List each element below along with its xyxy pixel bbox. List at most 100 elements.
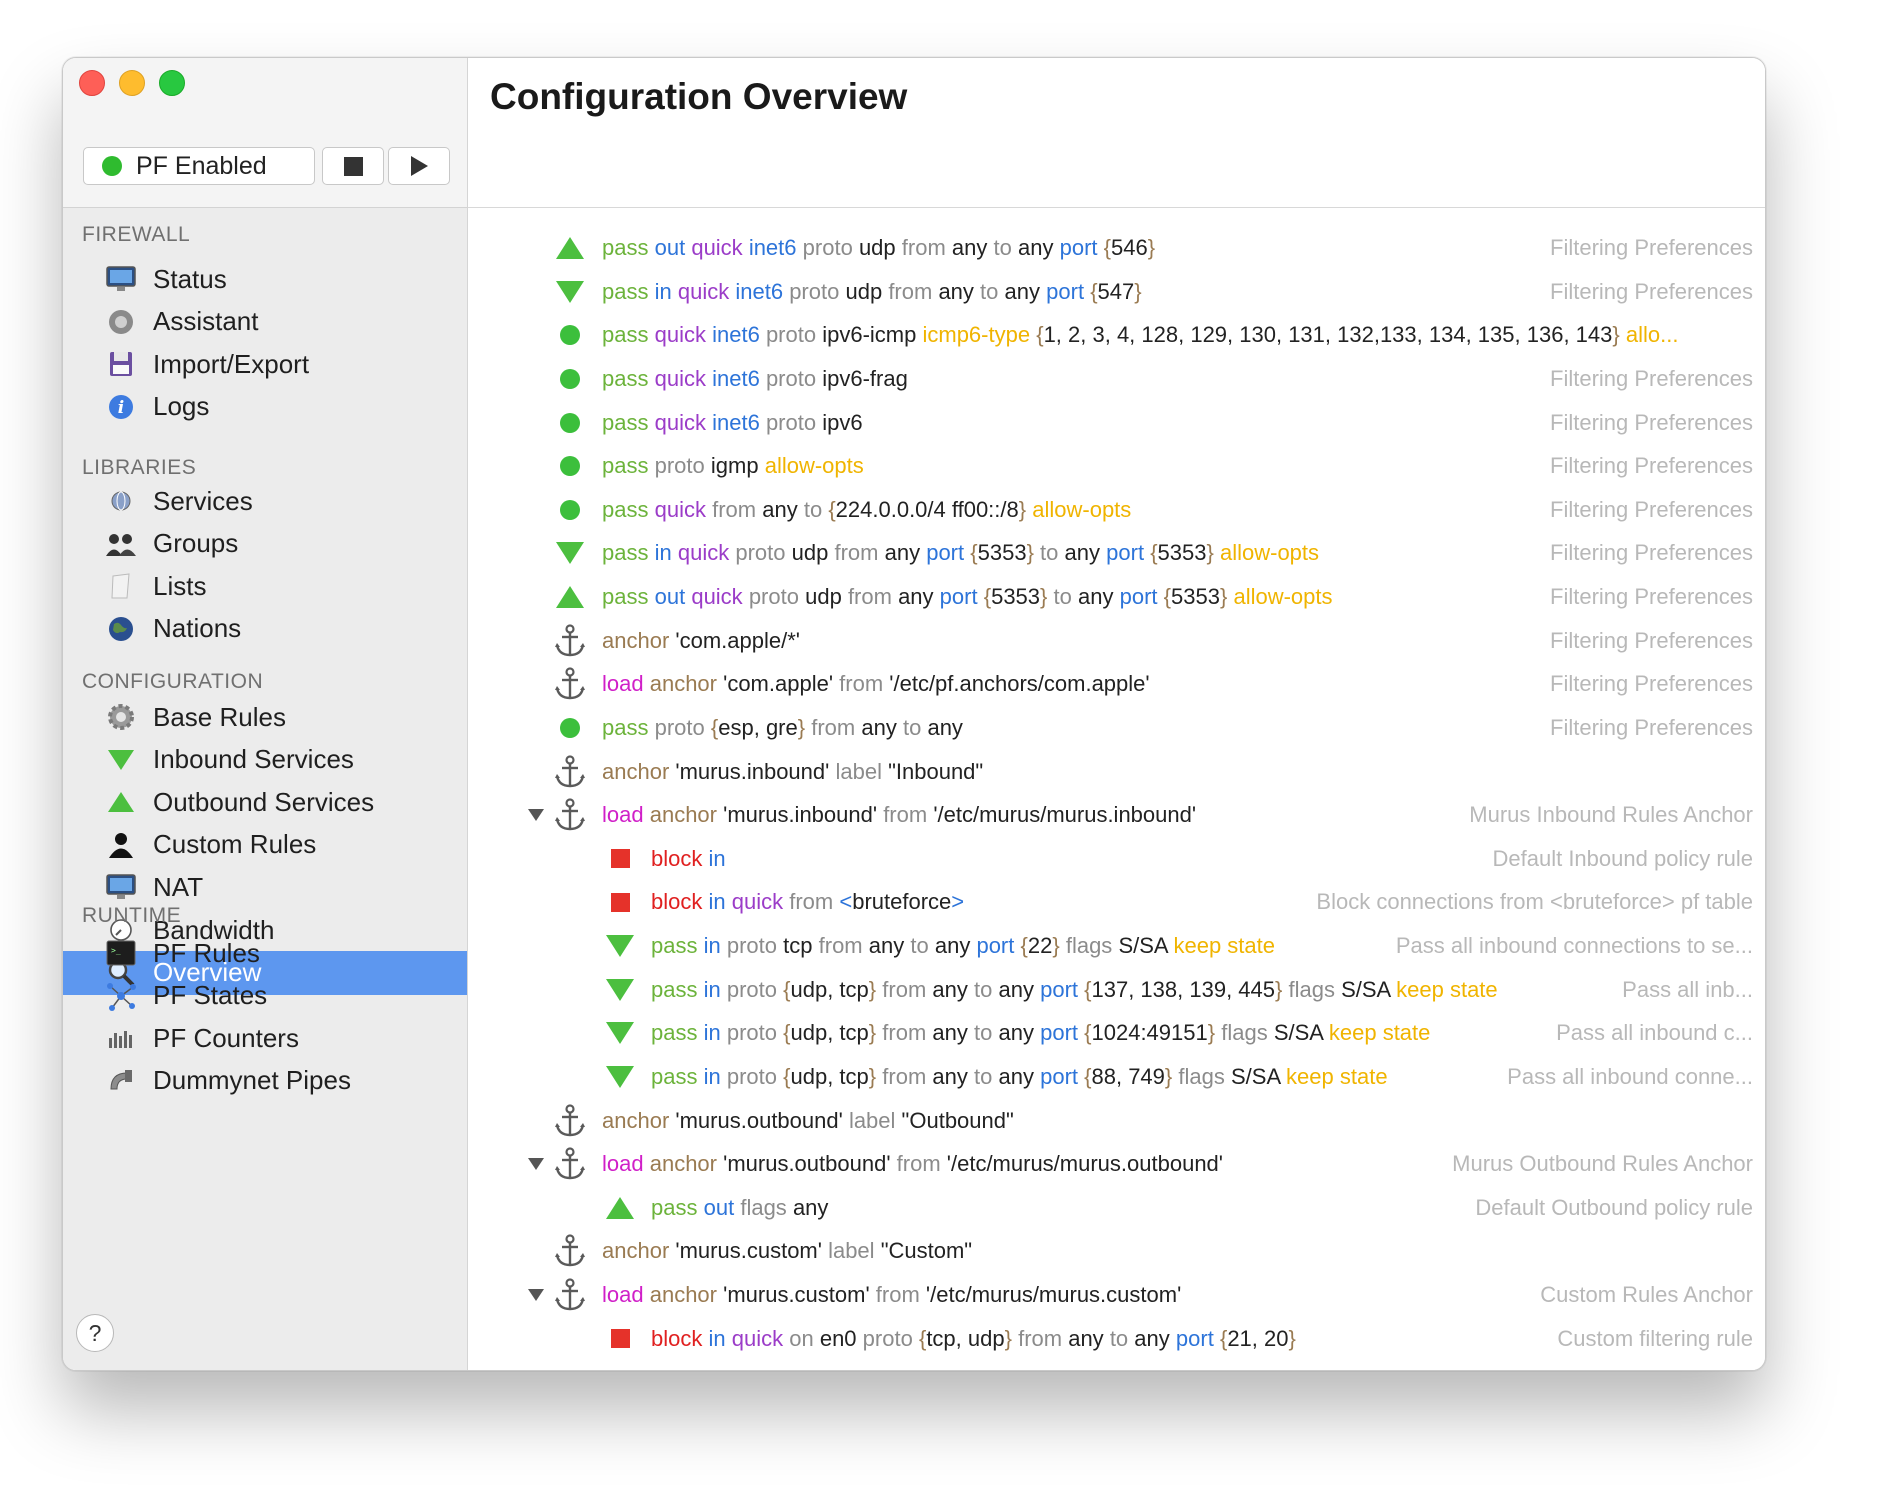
rule-row[interactable]: pass out quick inet6 proto udp from any … [468,226,1765,270]
rule-row[interactable]: anchor 'murus.custom' label "Custom" [468,1229,1765,1273]
sidebar-item-status[interactable]: Status [63,257,467,301]
rule-token: keep state [1328,1020,1431,1046]
anchor-icon [554,624,586,657]
rule-text: pass quick from any to {224.0.0.0/4 ff00… [602,497,1131,523]
start-pf-button[interactable] [388,147,450,185]
rule-row[interactable]: block in quick from <bruteforce> Block co… [468,880,1765,924]
rule-row[interactable]: load anchor 'murus.outbound' from '/etc/… [468,1142,1765,1186]
rule-token: any [1064,540,1101,566]
rule-token: proto [862,1325,913,1351]
sidebar-item-pf-rules[interactable]: >_ PF Rules [63,931,467,975]
rule-token: any [1134,1325,1170,1351]
rule-token: 1, 2, 3, 4, 128, 129, 130, 131, 132,133,… [1043,322,1613,348]
rule-token: in [703,1063,721,1089]
rule-token: pass [602,453,649,479]
disclosure-triangle-icon[interactable] [528,809,544,822]
disclosure-triangle-icon[interactable] [528,1289,544,1302]
rule-description: Filtering Preferences [1550,714,1753,740]
rule-text: block in quick on en0 proto {tcp, udp} f… [651,1326,1296,1352]
sidebar-item-import-export[interactable]: Import/Export [63,342,467,386]
rule-row[interactable]: pass in proto {udp, tcp} from any to any… [468,968,1765,1012]
rule-token: 22 [1027,933,1053,959]
sidebar-item-pf-counters[interactable]: PF Counters [63,1016,467,1060]
rule-row[interactable]: pass in quick inet6 proto udp from any t… [468,270,1765,314]
sidebar-item-groups[interactable]: Groups [63,522,467,566]
rule-description: Custom Rules Anchor [1540,1282,1753,1308]
pass-dot-icon [554,407,586,439]
rule-description: Pass all inb... [1622,976,1753,1002]
rule-token: bruteforce [852,889,952,915]
pf-status-button[interactable]: PF Enabled [83,147,315,185]
rule-token: label [848,1107,896,1133]
rule-row[interactable]: anchor 'com.apple/*' Filtering Preference… [468,619,1765,663]
rule-token: to [974,976,993,1002]
rule-text: anchor 'murus.outbound' label "Outbound" [602,1108,1014,1134]
rule-row[interactable]: pass in quick proto udp from any port {5… [468,531,1765,575]
rule-token: quick [731,889,784,915]
sidebar-item-label: PF States [153,980,268,1011]
rule-token: S/SA [1231,1063,1280,1089]
rule-token: port [939,584,978,610]
sidebar-item-services[interactable]: Services [63,479,467,523]
sidebar-item-dummynet-pipes[interactable]: Dummynet Pipes [63,1059,467,1103]
sidebar-item-custom-rules[interactable]: Custom Rules [63,823,467,867]
rule-row[interactable]: pass quick inet6 proto ipv6 Filtering Pre… [468,401,1765,445]
rule-token: udp, tcp [790,976,869,1002]
sidebar-item-assistant[interactable]: Assistant [63,300,467,344]
stop-pf-button[interactable] [322,147,384,185]
rule-token: to [803,496,823,522]
sidebar-item-logs[interactable]: i Logs [63,385,467,429]
zoom-window-button[interactable] [159,70,185,96]
rule-row[interactable]: pass in proto tcp from any to any port {… [468,924,1765,968]
rule-row[interactable]: load anchor 'murus.custom' from '/etc/mu… [468,1273,1765,1317]
rule-row[interactable]: pass proto igmp allow-opts Filtering Pref… [468,444,1765,488]
rule-row[interactable]: anchor 'murus.outbound' label "Outbound" [468,1099,1765,1143]
app-window: PF Enabled FIREWALL Status Assistant Import… [62,57,1766,1371]
sidebar-item-nat[interactable]: NAT [63,865,467,909]
rule-row[interactable]: pass out flags any Default Outbound polic… [468,1186,1765,1230]
rule-token: igmp [710,453,759,479]
rule-row[interactable]: load anchor 'com.apple' from '/etc/pf.an… [468,662,1765,706]
status-dot-icon [102,156,122,176]
rule-token: any [868,933,905,959]
rule-row[interactable]: anchor 'murus.inbound' label "Inbound" [468,750,1765,794]
disclosure-triangle-icon[interactable] [528,1158,544,1171]
rule-token: proto [726,1063,778,1089]
rule-token: 5353 [991,584,1041,610]
rule-row[interactable]: pass out quick proto udp from any port {… [468,575,1765,619]
rule-token: from [882,976,927,1002]
rule-row[interactable]: pass in proto {udp, tcp} from any to any… [468,1011,1765,1055]
sidebar-item-lists[interactable]: Lists [63,564,467,608]
sidebar-item-outbound-services[interactable]: Outbound Services [63,780,467,824]
rule-row[interactable]: pass quick from any to {224.0.0.0/4 ff00… [468,488,1765,532]
monitor-icon [105,871,137,903]
rule-token: port [1040,1020,1079,1046]
rule-token: any [884,540,921,566]
rule-row[interactable]: pass quick inet6 proto ipv6-icmp icmp6-t… [468,313,1765,357]
rule-token: } [868,1020,877,1046]
rule-row[interactable]: load anchor 'murus.inbound' from '/etc/m… [468,793,1765,837]
minimize-window-button[interactable] [119,70,145,96]
close-window-button[interactable] [79,70,105,96]
rule-token: } [797,714,806,740]
rule-token: { [1090,278,1098,304]
sidebar-item-nations[interactable]: Nations [63,607,467,651]
rule-row[interactable]: block in quick on en0 proto {tcp, udp} f… [468,1317,1765,1361]
rule-row[interactable]: block in Default Inbound policy rule [468,837,1765,881]
rule-row[interactable]: pass in proto {udp, tcp} from any to any… [468,1055,1765,1099]
rule-token: } [1207,1020,1216,1046]
pass-dot-icon [554,363,586,395]
rule-description: Murus Inbound Rules Anchor [1469,802,1753,828]
rule-token: quick [654,496,706,522]
rule-row[interactable]: pass proto {esp, gre} from any to any Fil… [468,706,1765,750]
rule-row[interactable]: pass quick inet6 proto ipv6-frag Filterin… [468,357,1765,401]
sidebar-item-pf-states[interactable]: PF States [63,974,467,1018]
help-button[interactable]: ? [76,1314,114,1352]
rule-token: } [1219,584,1228,610]
rule-token: inet6 [712,409,760,435]
rule-token: pass [602,322,649,348]
rule-token: 547 [1097,278,1135,304]
rule-token: block [651,1325,703,1351]
sidebar-item-inbound-services[interactable]: Inbound Services [63,738,467,782]
sidebar-item-base-rules[interactable]: Base Rules [63,695,467,739]
